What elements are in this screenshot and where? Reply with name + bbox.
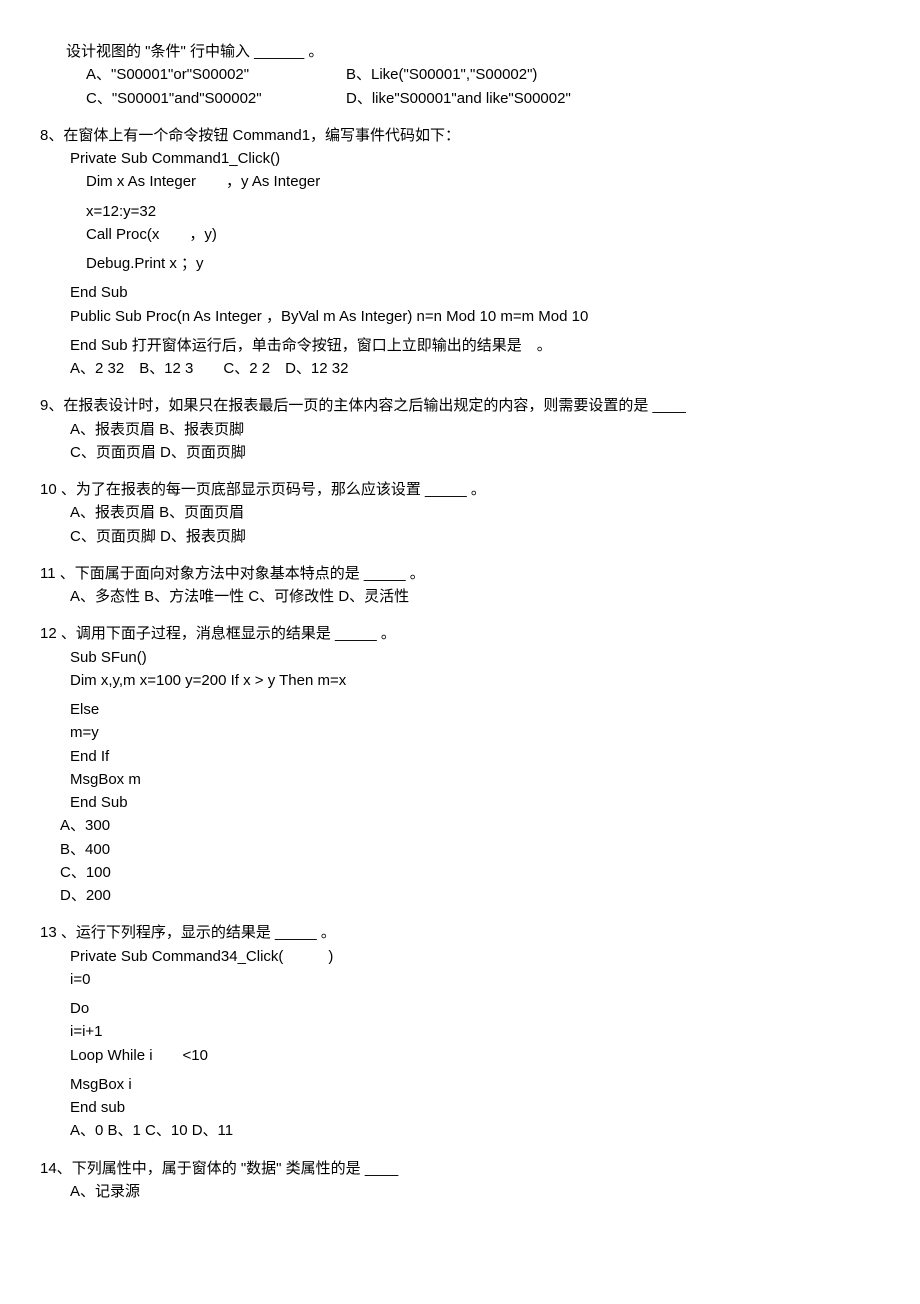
q8-code-7: Public Sub Proc(n As Integer ，ByVal m As… [70,305,880,328]
q14-opt-a: A、记录源 [70,1180,880,1203]
q9-stem: 在报表设计时，如果只在报表最后一页的主体内容之后输出规定的内容，则需要设置的是 … [63,397,686,414]
q11-stem: 下面属于面向对象方法中对象基本特点的是 _____ 。 [75,565,425,582]
q12-code-6: MsgBox m [70,768,880,791]
q12-opt-b: B、400 [60,838,880,861]
q8-num: 8、 [40,127,63,144]
q8-code-5: Debug.Print x ；y [86,252,880,275]
q11-opts: A、多态性 B、方法唯一性 C、可修改性 D、灵活性 [70,585,880,608]
q13-code-5: Loop While i <10 [70,1044,880,1067]
q11-num: 11 、 [40,565,75,582]
q13-code-6: MsgBox i [70,1073,880,1096]
question-7: 设计视图的 "条件" 行中输入 ______ 。 A、"S00001"or"S0… [40,40,880,110]
q12-opt-d: D、200 [60,884,880,907]
q13-num: 13 、 [40,924,76,941]
q7-opt-a: A、"S00001"or"S00002" [86,63,346,86]
q8-code-1: Private Sub Command1_Click() [70,147,880,170]
q10-num: 10 、 [40,481,76,498]
q7-row1: A、"S00001"or"S00002" B、Like("S00001","S0… [86,63,880,86]
q9-num: 9、 [40,397,63,414]
q8-code-2: Dim x As Integer ，y As Integer [86,170,880,193]
q13-code-2: i=0 [70,968,880,991]
q12-code-2: Dim x,y,m x=100 y=200 If x > y Then m=x [70,669,880,692]
question-10: 10 、为了在报表的每一页底部显示页码号，那么应该设置 _____ 。 A、报表… [40,478,880,548]
question-9: 9、在报表设计时，如果只在报表最后一页的主体内容之后输出规定的内容，则需要设置的… [40,394,880,464]
q10-opts-2: C、页面页脚 D、报表页脚 [70,525,880,548]
q12-code-4: m=y [70,721,880,744]
q7-opt-b: B、Like("S00001","S00002") [346,63,537,86]
q10-opts-1: A、报表页眉 B、页面页眉 [70,501,880,524]
q12-opt-c: C、100 [60,861,880,884]
question-14: 14、下列属性中，属于窗体的 "数据" 类属性的是 ____ A、记录源 [40,1157,880,1204]
q12-code-3: Else [70,698,880,721]
q8-code-4: Call Proc(x ，y) [86,223,880,246]
question-12: 12 、调用下面子过程，消息框显示的结果是 _____ 。 Sub SFun()… [40,622,880,907]
q13-stem: 运行下列程序，显示的结果是 _____ 。 [76,924,336,941]
q14-stem: 下列属性中，属于窗体的 "数据" 类属性的是 ____ [72,1160,399,1177]
q12-code-1: Sub SFun() [70,646,880,669]
q12-num: 12 、 [40,625,76,642]
q12-stem: 调用下面子过程，消息框显示的结果是 _____ 。 [76,625,396,642]
q8-code-8: End Sub 打开窗体运行后，单击命令按钮，窗口上立即输出的结果是 。 [70,334,880,357]
q9-opts-1: A、报表页眉 B、报表页脚 [70,418,880,441]
question-8: 8、在窗体上有一个命令按钮 Command1，编写事件代码如下： Private… [40,124,880,381]
q13-code-3: Do [70,997,880,1020]
q13-code-4: i=i+1 [70,1020,880,1043]
q13-options: A、0 B、1 C、10 D、11 [70,1119,880,1142]
q8-code-3: x=12:y=32 [86,200,880,223]
q7-opt-c: C、"S00001"and"S00002" [86,87,346,110]
q12-code-5: End If [70,745,880,768]
q8-stem: 在窗体上有一个命令按钮 Command1，编写事件代码如下： [63,127,460,144]
q8-options: A、2 32 B、12 3 C、2 2 D、12 32 [70,357,880,380]
q13-code-1: Private Sub Command34_Click( ) [70,945,880,968]
q7-stem: 设计视图的 "条件" 行中输入 ______ 。 [66,40,880,63]
q13-code-7: End sub [70,1096,880,1119]
q7-opt-d: D、like"S00001"and like"S00002" [346,87,571,110]
q8-code-6: End Sub [70,281,880,304]
q9-opts-2: C、页面页眉 D、页面页脚 [70,441,880,464]
q10-stem: 为了在报表的每一页底部显示页码号，那么应该设置 _____ 。 [76,481,486,498]
question-13: 13 、运行下列程序，显示的结果是 _____ 。 Private Sub Co… [40,921,880,1142]
q12-opt-a: A、300 [60,814,880,837]
q14-num: 14、 [40,1160,72,1177]
q7-row2: C、"S00001"and"S00002" D、like"S00001"and … [86,87,880,110]
question-11: 11 、下面属于面向对象方法中对象基本特点的是 _____ 。 A、多态性 B、… [40,562,880,609]
q12-code-7: End Sub [70,791,880,814]
